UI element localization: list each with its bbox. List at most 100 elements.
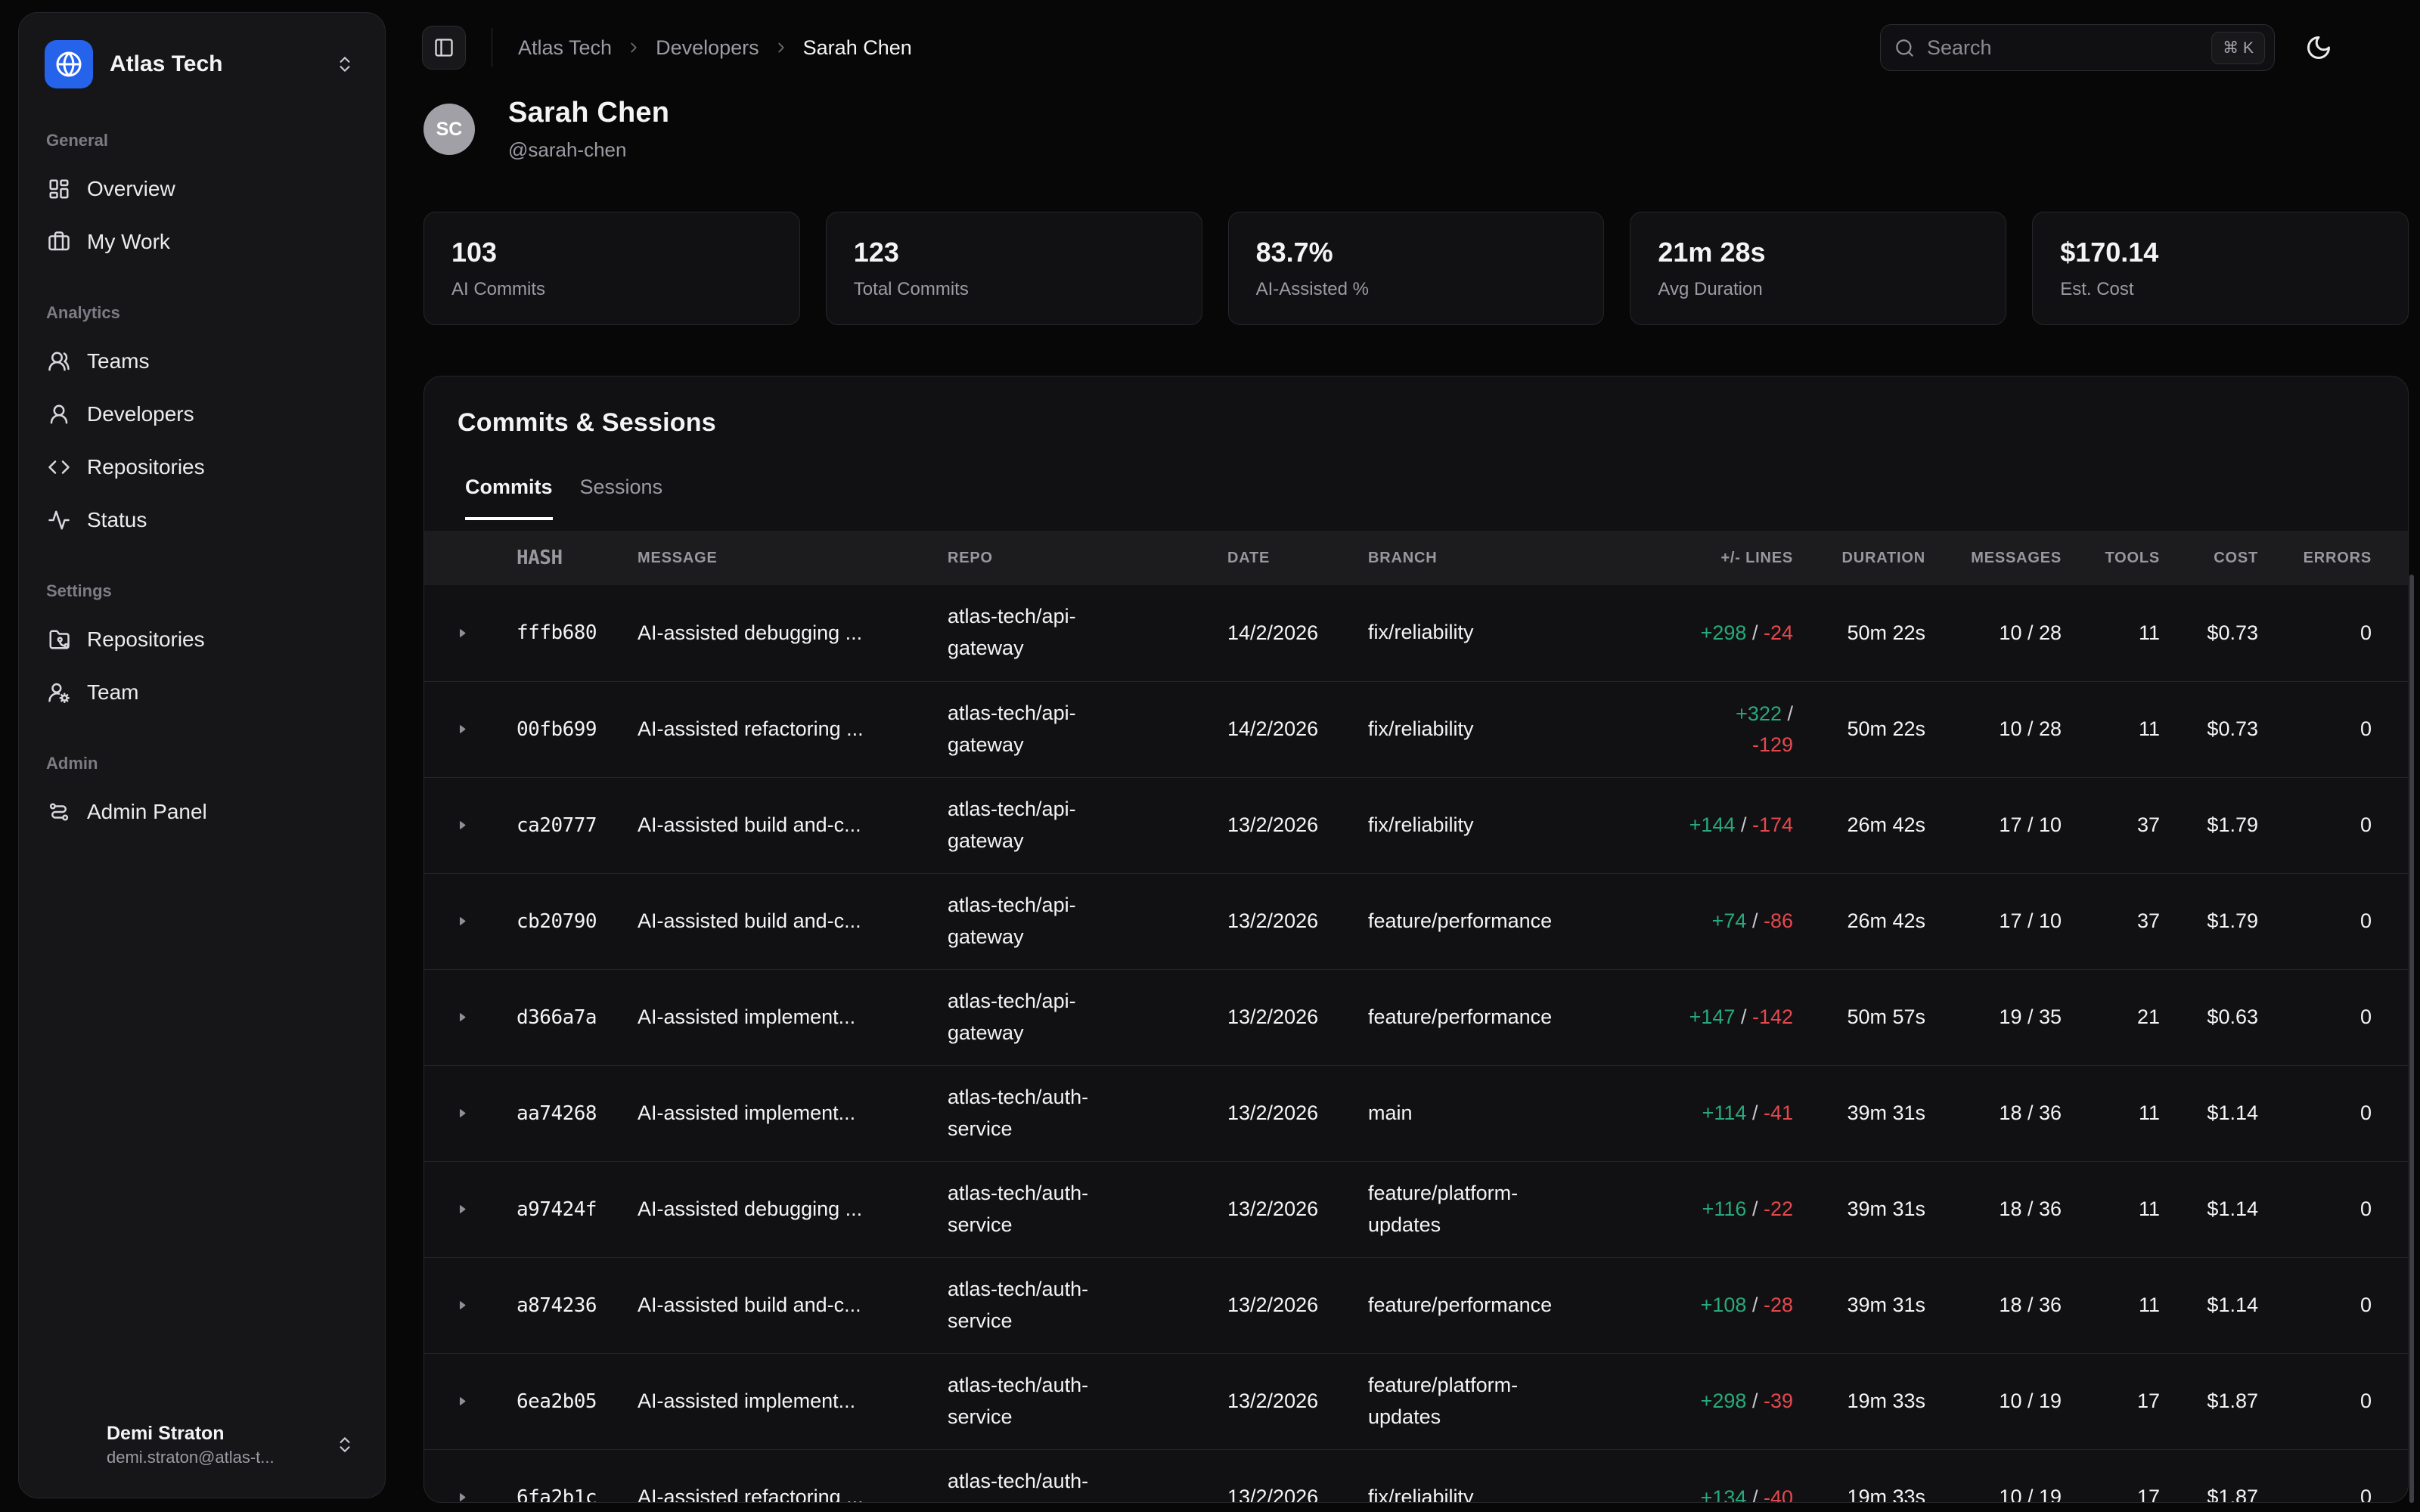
cell-message: AI-assisted implement... bbox=[598, 1065, 939, 1161]
sidebar-item-repositories[interactable]: Repositories bbox=[40, 441, 364, 494]
code-icon bbox=[48, 456, 70, 479]
scrollbar[interactable] bbox=[2409, 575, 2414, 1503]
cell-errors: 0 bbox=[2258, 1449, 2372, 1503]
cell-branch: fix/reliability bbox=[1362, 585, 1612, 681]
column-header-cost[interactable]: Cost bbox=[2160, 531, 2258, 585]
tabs: Commits Sessions bbox=[465, 476, 2408, 520]
cell-lines: +298 / -39 bbox=[1612, 1353, 1793, 1449]
cell-branch: feature/performance bbox=[1362, 873, 1612, 969]
dark-mode-toggle[interactable] bbox=[2305, 34, 2332, 61]
sidebar-item-developers[interactable]: Developers bbox=[40, 388, 364, 441]
column-header-branch[interactable]: Branch bbox=[1362, 531, 1612, 585]
table-row[interactable]: 6ea2b05AI-assisted implement...atlas-tec… bbox=[424, 1353, 2409, 1449]
cell-errors: 0 bbox=[2258, 681, 2372, 777]
search-input[interactable] bbox=[1927, 36, 2199, 60]
tab-commits[interactable]: Commits bbox=[465, 476, 553, 520]
stat-value: 21m 28s bbox=[1658, 237, 1978, 268]
expand-caret-icon[interactable] bbox=[456, 1395, 469, 1408]
tab-sessions[interactable]: Sessions bbox=[580, 476, 663, 520]
table-row[interactable]: aa74268AI-assisted implement...atlas-tec… bbox=[424, 1065, 2409, 1161]
table-row[interactable]: a874236AI-assisted build and-c...atlas-t… bbox=[424, 1257, 2409, 1353]
users-icon bbox=[48, 350, 70, 373]
stat-label: Avg Duration bbox=[1658, 279, 1978, 300]
column-header-errors[interactable]: Errors bbox=[2258, 531, 2372, 585]
expand-caret-icon[interactable] bbox=[456, 723, 469, 736]
table-row[interactable]: 00fb699AI-assisted refactoring ...atlas-… bbox=[424, 681, 2409, 777]
cell-messages: 19 / 35 bbox=[1925, 969, 2062, 1065]
cell-tools: 11 bbox=[2062, 1257, 2160, 1353]
cell-cost: $1.87 bbox=[2160, 1449, 2258, 1503]
sidebar-item-overview[interactable]: Overview bbox=[40, 163, 364, 215]
user-menu[interactable]: Demi Straton demi.straton@atlas-t... bbox=[40, 1411, 364, 1478]
cell-messages: 10 / 19 bbox=[1925, 1353, 2062, 1449]
table-row[interactable]: a97424fAI-assisted debugging ...atlas-te… bbox=[424, 1161, 2409, 1257]
stat-card-ai-commits: 103AI Commits bbox=[424, 212, 800, 325]
search-box[interactable]: ⌘ K bbox=[1880, 24, 2275, 71]
cell-errors: 0 bbox=[2258, 873, 2372, 969]
cell-branch: fix/reliability bbox=[1362, 681, 1612, 777]
sidebar-item-teams[interactable]: Teams bbox=[40, 335, 364, 388]
nav-section-label: Analytics bbox=[46, 303, 358, 323]
column-header-hash[interactable]: Hash bbox=[477, 531, 598, 585]
cell-date: 13/2/2026 bbox=[1218, 1065, 1362, 1161]
cell-hash: 6ea2b05 bbox=[477, 1353, 598, 1449]
cell-repo: atlas-tech/api-gateway bbox=[939, 777, 1218, 873]
column-header--lines[interactable]: +/- Lines bbox=[1612, 531, 1793, 585]
sidebar-item-status[interactable]: Status bbox=[40, 494, 364, 547]
expand-caret-icon[interactable] bbox=[456, 1299, 469, 1312]
cell-cost: $1.14 bbox=[2160, 1065, 2258, 1161]
chevron-right-icon bbox=[773, 39, 790, 56]
cell-message: AI-assisted debugging ... bbox=[598, 1161, 939, 1257]
breadcrumb-item[interactable]: Sarah Chen bbox=[803, 36, 912, 60]
column-header-expand bbox=[424, 531, 477, 585]
table-row[interactable]: cb20790AI-assisted build and-c...atlas-t… bbox=[424, 873, 2409, 969]
table-row[interactable]: ca20777AI-assisted build and-c...atlas-t… bbox=[424, 777, 2409, 873]
cell-cost: $0.73 bbox=[2160, 585, 2258, 681]
table-row[interactable]: 6fa2b1cAI-assisted refactoring ...atlas-… bbox=[424, 1449, 2409, 1503]
expand-caret-icon[interactable] bbox=[456, 915, 469, 928]
cell-hash: d366a7a bbox=[477, 969, 598, 1065]
expand-caret-icon[interactable] bbox=[456, 819, 469, 832]
expand-caret-icon[interactable] bbox=[456, 627, 469, 640]
cell-repo: atlas-tech/api-gateway bbox=[939, 681, 1218, 777]
expand-caret-icon[interactable] bbox=[456, 1491, 469, 1503]
column-header-messages[interactable]: Messages bbox=[1925, 531, 2062, 585]
cell-message: AI-assisted build and-c... bbox=[598, 777, 939, 873]
route-icon bbox=[48, 801, 70, 823]
breadcrumb-item[interactable]: Developers bbox=[656, 36, 759, 60]
column-header-duration[interactable]: Duration bbox=[1793, 531, 1925, 585]
app-switcher[interactable]: Atlas Tech bbox=[40, 33, 364, 96]
column-header-message[interactable]: Message bbox=[598, 531, 939, 585]
table-row[interactable]: d366a7aAI-assisted implement...atlas-tec… bbox=[424, 969, 2409, 1065]
cell-errors: 0 bbox=[2258, 969, 2372, 1065]
cell-tools: 11 bbox=[2062, 585, 2160, 681]
expand-caret-icon[interactable] bbox=[456, 1203, 469, 1216]
table-row[interactable]: fffb680AI-assisted debugging ...atlas-te… bbox=[424, 585, 2409, 681]
stat-card-total-commits: 123Total Commits bbox=[826, 212, 1202, 325]
sidebar-item-team[interactable]: Team bbox=[40, 666, 364, 719]
cell-hash: fffb680 bbox=[477, 585, 598, 681]
expand-caret-icon[interactable] bbox=[456, 1107, 469, 1120]
briefcase-icon bbox=[48, 231, 70, 253]
sidebar-toggle-button[interactable] bbox=[422, 26, 466, 70]
stat-value: $170.14 bbox=[2060, 237, 2381, 268]
stat-cards: 103AI Commits123Total Commits83.7%AI-Ass… bbox=[424, 212, 2409, 322]
breadcrumb-item[interactable]: Atlas Tech bbox=[518, 36, 612, 60]
cell-duration: 19m 33s bbox=[1793, 1449, 1925, 1503]
column-header-tools[interactable]: Tools bbox=[2062, 531, 2160, 585]
sidebar-item-repositories[interactable]: Repositories bbox=[40, 613, 364, 666]
stat-card-ai-assisted-: 83.7%AI-Assisted % bbox=[1228, 212, 1605, 325]
column-header-date[interactable]: Date bbox=[1218, 531, 1362, 585]
cell-tools: 17 bbox=[2062, 1449, 2160, 1503]
cell-duration: 39m 31s bbox=[1793, 1065, 1925, 1161]
column-header-repo[interactable]: Repo bbox=[939, 531, 1218, 585]
page-title: Sarah Chen bbox=[508, 97, 669, 129]
account-avatar[interactable] bbox=[2363, 24, 2409, 71]
sidebar-item-admin-panel[interactable]: Admin Panel bbox=[40, 785, 364, 838]
cell-tools: 37 bbox=[2062, 873, 2160, 969]
sidebar-item-my-work[interactable]: My Work bbox=[40, 215, 364, 268]
cell-message: AI-assisted implement... bbox=[598, 969, 939, 1065]
expand-caret-icon[interactable] bbox=[456, 1011, 469, 1024]
cell-errors: 0 bbox=[2258, 1353, 2372, 1449]
cell-hash: ca20777 bbox=[477, 777, 598, 873]
